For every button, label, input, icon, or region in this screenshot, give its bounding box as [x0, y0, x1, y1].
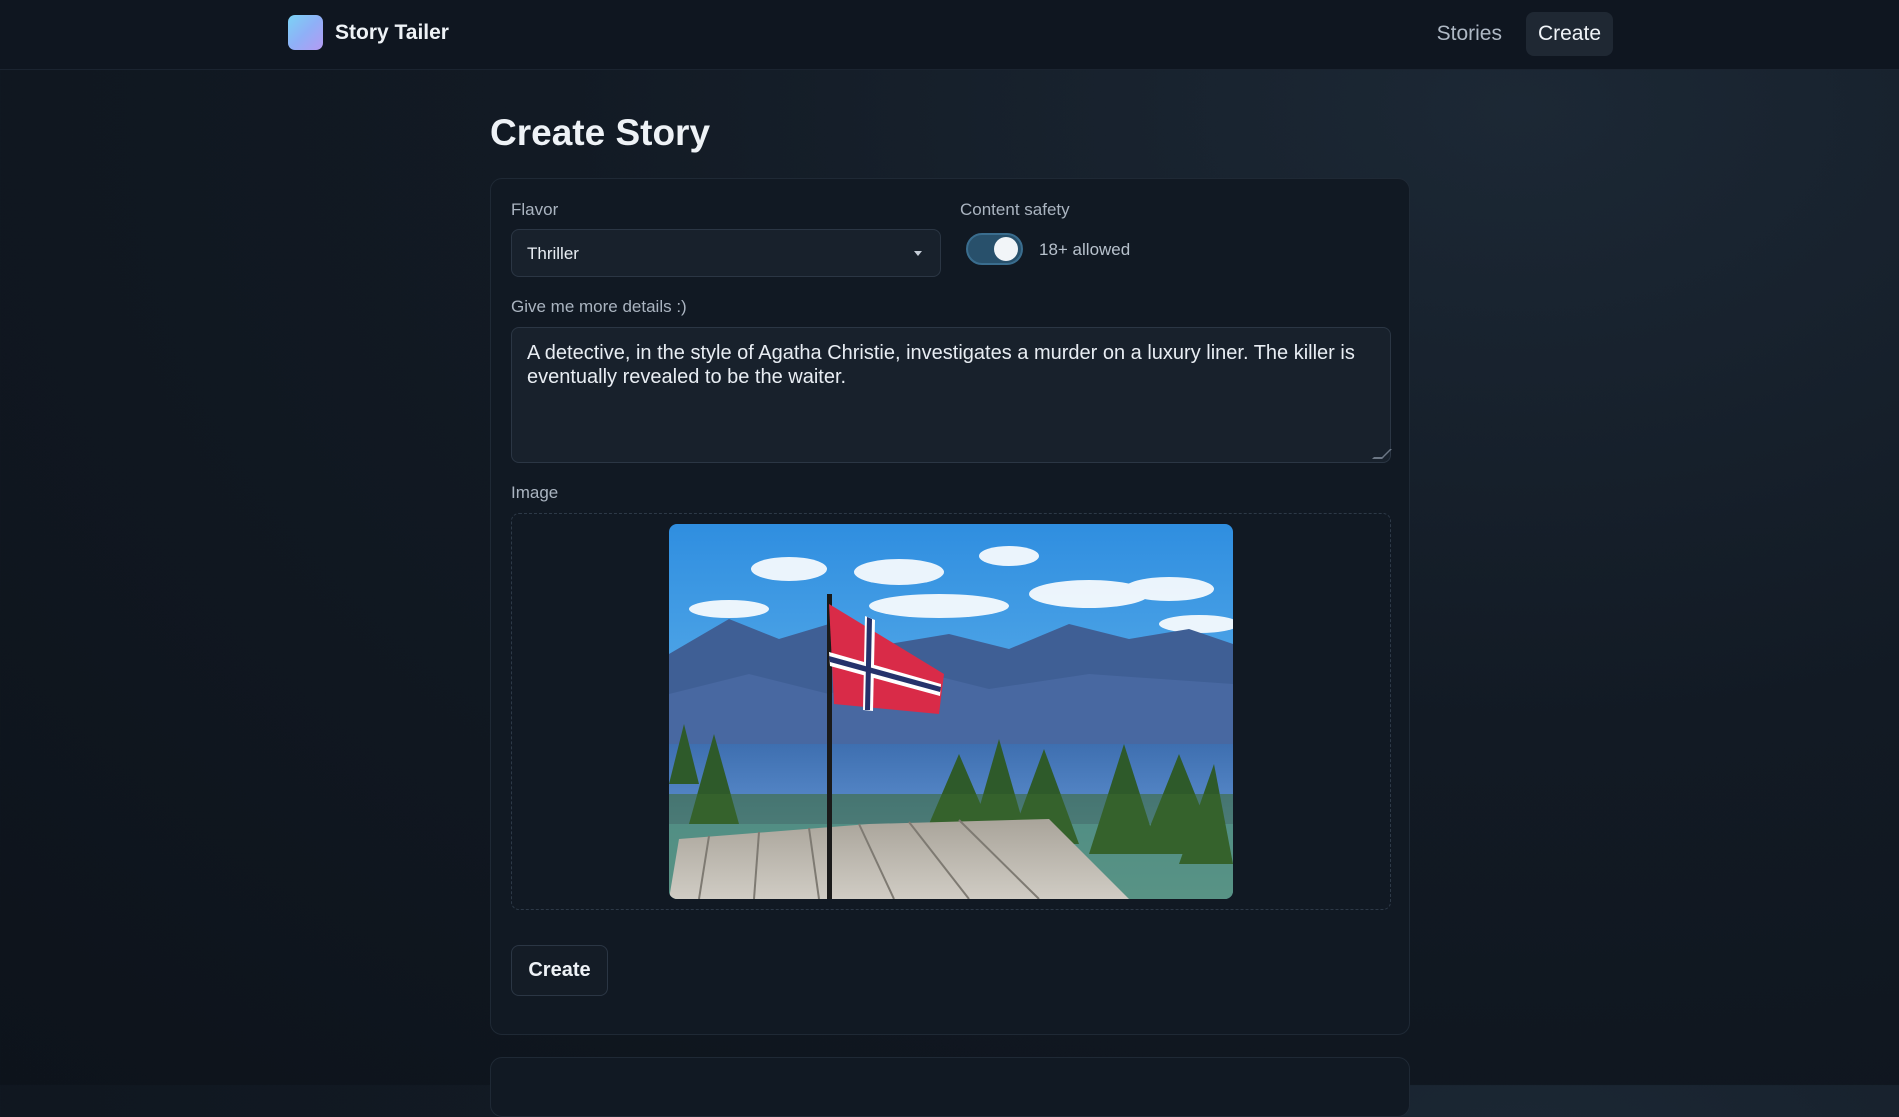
details-text: A detective, in the style of Agatha Chri… — [527, 342, 1355, 388]
nav-create-link[interactable]: Create — [1525, 12, 1613, 56]
details-label: Give me more details :) — [511, 297, 687, 316]
nav-stories-link[interactable]: Stories — [1425, 12, 1514, 56]
uploaded-photo — [669, 524, 1233, 899]
resize-handle-icon[interactable] — [1372, 449, 1392, 459]
image-label: Image — [511, 483, 559, 502]
app-name: Story Tailer — [335, 20, 449, 44]
flavor-select[interactable]: Thriller — [511, 229, 941, 277]
create-button[interactable]: Create — [511, 945, 608, 996]
details-textarea[interactable]: A detective, in the style of Agatha Chri… — [511, 327, 1392, 463]
brand[interactable]: Story Tailer — [288, 15, 449, 50]
content-safety-toggle-text: 18+ allowed — [1039, 240, 1131, 259]
secondary-card — [490, 1057, 1410, 1117]
content-safety-label: Content safety — [960, 200, 1070, 219]
chevron-down-icon — [914, 251, 922, 256]
main-nav: Stories Create — [1425, 12, 1613, 56]
toggle-knob — [994, 237, 1018, 261]
top-navbar: Story Tailer Stories Create — [0, 0, 1899, 70]
flavor-label: Flavor — [511, 200, 559, 219]
create-story-form: Flavor Thriller Content safety 18+ allow… — [490, 178, 1410, 1035]
norwegian-flag-photo-icon — [669, 524, 1233, 899]
image-dropzone[interactable] — [511, 513, 1391, 910]
app-logo-icon — [288, 15, 323, 50]
flavor-selected-value: Thriller — [527, 244, 579, 263]
page-title: Create Story — [490, 112, 711, 153]
content-safety-toggle[interactable] — [966, 233, 1023, 265]
